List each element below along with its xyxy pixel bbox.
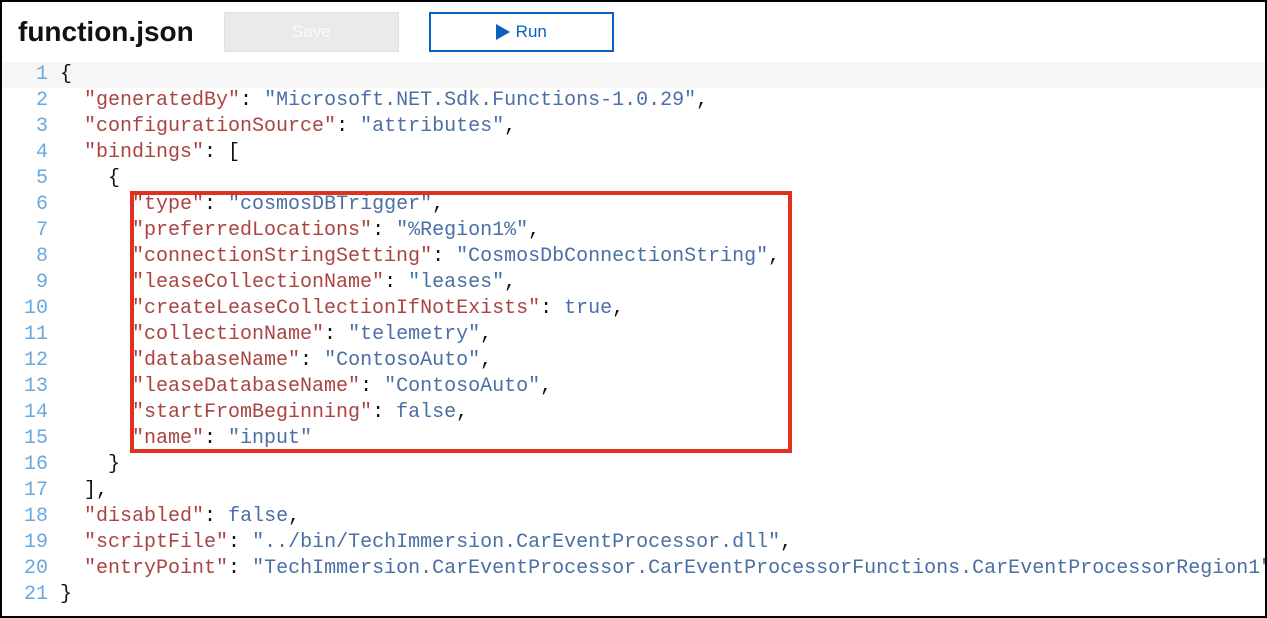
code-line: 9 "leaseCollectionName": "leases",: [2, 270, 1265, 296]
line-number: 3: [2, 114, 60, 140]
line-number: 13: [2, 374, 60, 400]
toolbar: function.json Save Run: [2, 2, 1265, 58]
line-number: 1: [2, 62, 60, 88]
line-number: 14: [2, 400, 60, 426]
code-line: 7 "preferredLocations": "%Region1%",: [2, 218, 1265, 244]
line-number: 5: [2, 166, 60, 192]
line-number: 11: [2, 322, 60, 348]
line-number: 20: [2, 556, 60, 582]
code-line: 1 {: [2, 62, 1265, 88]
code-editor[interactable]: 1 { 2 "generatedBy": "Microsoft.NET.Sdk.…: [2, 58, 1265, 608]
code-line: 17 ],: [2, 478, 1265, 504]
code-line: 21 }: [2, 582, 1265, 608]
line-number: 16: [2, 452, 60, 478]
line-number: 9: [2, 270, 60, 296]
line-number: 7: [2, 218, 60, 244]
line-number: 2: [2, 88, 60, 114]
play-icon: [496, 24, 510, 40]
line-number: 17: [2, 478, 60, 504]
run-button[interactable]: Run: [429, 12, 614, 52]
run-button-label: Run: [516, 22, 547, 42]
line-number: 12: [2, 348, 60, 374]
code-line: 4 "bindings": [: [2, 140, 1265, 166]
code-line: 8 "connectionStringSetting": "CosmosDbCo…: [2, 244, 1265, 270]
file-title: function.json: [18, 16, 194, 48]
code-line: 15 "name": "input": [2, 426, 1265, 452]
code-line: 14 "startFromBeginning": false,: [2, 400, 1265, 426]
code-line: 12 "databaseName": "ContosoAuto",: [2, 348, 1265, 374]
line-number: 6: [2, 192, 60, 218]
code-line: 13 "leaseDatabaseName": "ContosoAuto",: [2, 374, 1265, 400]
code-line: 20 "entryPoint": "TechImmersion.CarEvent…: [2, 556, 1265, 582]
save-button[interactable]: Save: [224, 12, 399, 52]
code-line: 3 "configurationSource": "attributes",: [2, 114, 1265, 140]
code-line: 6 "type": "cosmosDBTrigger",: [2, 192, 1265, 218]
code-line: 18 "disabled": false,: [2, 504, 1265, 530]
line-number: 4: [2, 140, 60, 166]
code-line: 2 "generatedBy": "Microsoft.NET.Sdk.Func…: [2, 88, 1265, 114]
code-line: 10 "createLeaseCollectionIfNotExists": t…: [2, 296, 1265, 322]
line-number: 15: [2, 426, 60, 452]
line-number: 8: [2, 244, 60, 270]
code-line: 19 "scriptFile": "../bin/TechImmersion.C…: [2, 530, 1265, 556]
code-line: 11 "collectionName": "telemetry",: [2, 322, 1265, 348]
line-number: 10: [2, 296, 60, 322]
code-line: 16 }: [2, 452, 1265, 478]
line-number: 21: [2, 582, 60, 608]
code-line: 5 {: [2, 166, 1265, 192]
line-number: 19: [2, 530, 60, 556]
editor-window: function.json Save Run 1 { 2 "generatedB…: [0, 0, 1267, 618]
line-number: 18: [2, 504, 60, 530]
